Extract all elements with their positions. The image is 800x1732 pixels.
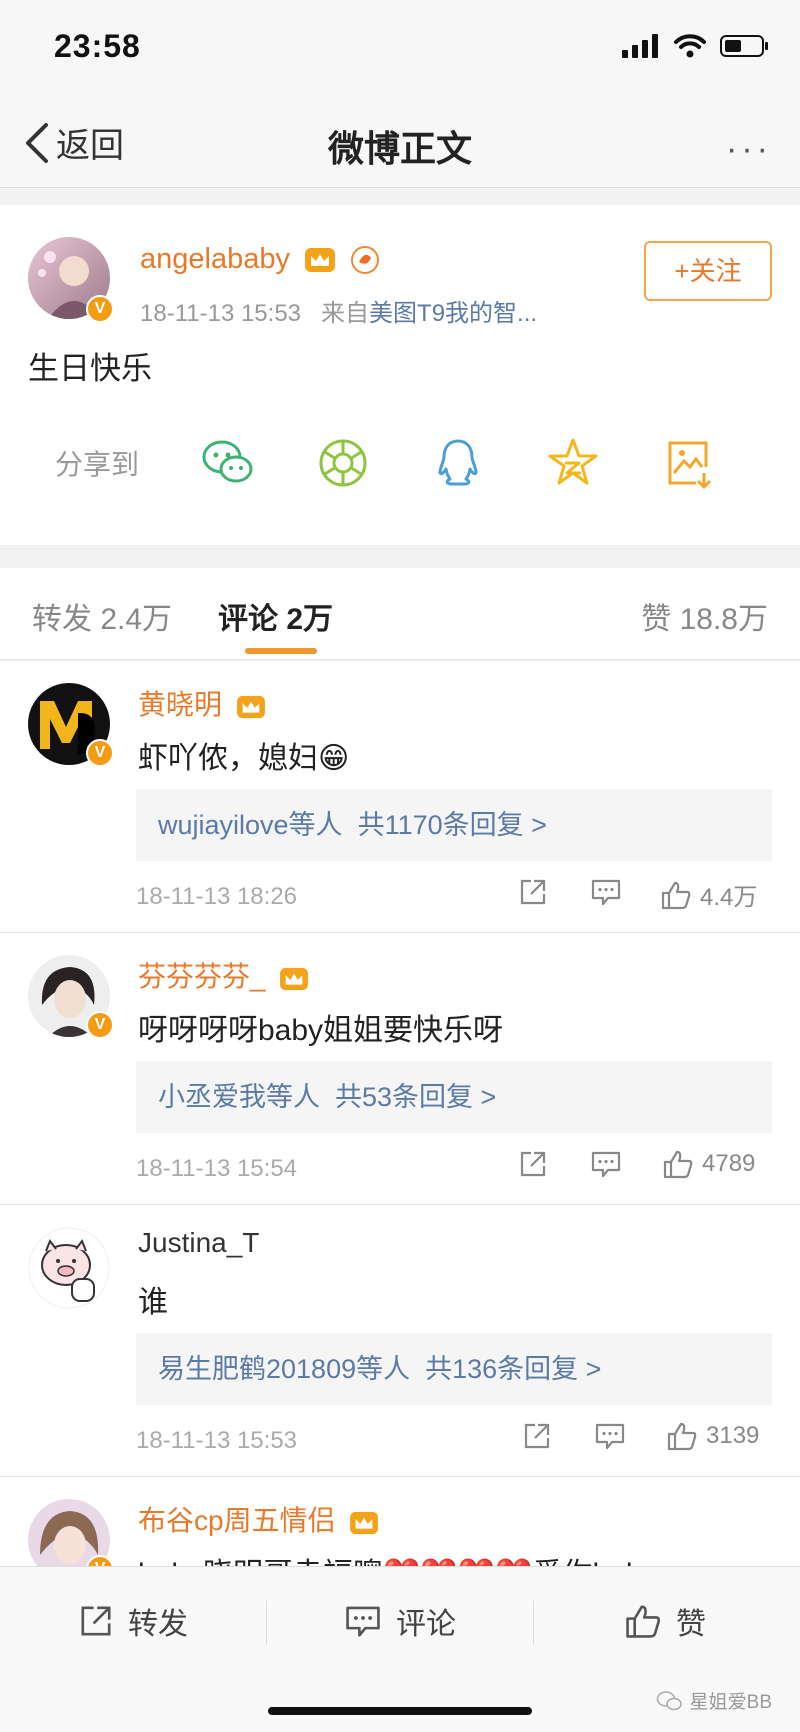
source-prefix: 来自 [321, 300, 370, 327]
replies-summary[interactable]: 易生肥鹤201809等人 共136条回复 > [136, 1333, 772, 1405]
tab-repost[interactable]: 转发 2.4万 [32, 594, 172, 638]
commenter-avatar[interactable] [28, 1227, 110, 1309]
status-bar: 23:58 [0, 0, 800, 96]
commenter-name[interactable]: 黄晓明 [138, 683, 266, 723]
reply-users: 易生肥鹤201809等人 [158, 1354, 411, 1384]
reply-users: 小丞爱我等人 [158, 1082, 320, 1112]
comment-item: V 黄晓明 虾吖侬，媳妇😁 wujiayilove等人 共1170条回复 > 1… [0, 661, 800, 933]
reply-comment-icon[interactable] [590, 877, 622, 907]
tab-likes[interactable]: 赞 18.8万 [641, 594, 768, 638]
repost-icon [81, 1606, 111, 1636]
author-name: angelababy [140, 243, 290, 275]
bottom-action-bar: 转发 评论 赞 星姐爱BB [0, 1566, 800, 1732]
comment-item: V 布谷cp周五情侣 baby晓明哥幸福噢❤️❤️❤️❤️爱你baby [0, 1477, 800, 1566]
comment-list: V 黄晓明 虾吖侬，媳妇😁 wujiayilove等人 共1170条回复 > 1… [0, 661, 800, 1566]
status-time: 23:58 [54, 28, 141, 64]
qzone-icon[interactable] [545, 435, 601, 491]
battery-icon [720, 35, 768, 57]
share-comment-icon[interactable] [522, 1421, 552, 1451]
post-card: V angelababy 18-11-13 15:53 来自美图T9我的智...… [0, 205, 800, 545]
crown-icon [236, 695, 265, 718]
comment-text: 谁 [138, 1286, 168, 1319]
comment-text: baby晓明哥幸福噢❤️❤️❤️❤️爱你baby [138, 1549, 658, 1566]
comment-item: Justina_T 谁 易生肥鹤201809等人 共136条回复 > 18-11… [0, 1205, 800, 1477]
repost-button[interactable]: 转发 [78, 1599, 188, 1643]
post-content: 生日快乐 [28, 351, 152, 386]
wechat-icon[interactable] [200, 435, 256, 491]
reply-count: 共1170条回复 > [357, 810, 547, 840]
watermark: 星姐爱BB [656, 1687, 772, 1714]
comment-time: 18-11-13 18:26 [136, 883, 298, 910]
chevron-left-icon [26, 122, 48, 163]
crown-icon [350, 1511, 379, 1534]
moments-icon[interactable] [315, 435, 371, 491]
reply-count: 共136条回复 > [425, 1354, 602, 1384]
crown-icon [305, 248, 336, 273]
thumbs-up-icon [667, 1422, 697, 1451]
watermark-text: 星姐爱BB [689, 1692, 772, 1713]
nav-bar: 返回 微博正文 ··· [0, 96, 800, 188]
verified-badge: V [86, 739, 114, 767]
like-comment-button[interactable]: 4.4万 [660, 877, 757, 912]
like-button[interactable]: 赞 [624, 1599, 706, 1643]
like-count: 4789 [702, 1150, 756, 1177]
replies-summary[interactable]: wujiayilove等人 共1170条回复 > [136, 789, 772, 861]
comment-button[interactable]: 评论 [344, 1599, 456, 1643]
reply-comment-icon[interactable] [590, 1149, 622, 1179]
more-options-button[interactable]: ··· [726, 130, 772, 169]
comment-item: V 芬芬芬芬_ 呀呀呀呀baby姐姐要快乐呀 小丞爱我等人 共53条回复 > 1… [0, 933, 800, 1205]
wechat-watermark-icon [656, 1690, 682, 1710]
comment-time: 18-11-13 15:54 [136, 1155, 298, 1182]
comment-label: 评论 [396, 1608, 456, 1641]
post-author[interactable]: angelababy [140, 243, 380, 276]
share-label: 分享到 [55, 449, 140, 480]
post-meta: 18-11-13 15:53 来自美图T9我的智... [140, 293, 537, 328]
verified-badge: V [86, 1011, 114, 1039]
status-icons [622, 34, 770, 58]
qq-icon[interactable] [430, 435, 486, 491]
reply-count: 共53条回复 > [335, 1082, 497, 1112]
vip-medal-icon [351, 246, 380, 275]
like-count: 3139 [706, 1422, 760, 1449]
repost-label: 转发 [128, 1608, 188, 1641]
back-button[interactable]: 返回 [24, 118, 124, 167]
comment-text: 呀呀呀呀baby姐姐要快乐呀 [138, 1014, 504, 1047]
thumbs-up-icon [663, 1150, 693, 1179]
commenter-name-text: 布谷cp周五情侣 [138, 1505, 336, 1536]
tab-comments[interactable]: 评论 2万 [218, 594, 333, 638]
cellular-signal-icon [622, 34, 658, 58]
divider [533, 1601, 534, 1645]
like-comment-button[interactable]: 3139 [666, 1421, 759, 1451]
share-comment-icon[interactable] [518, 1149, 548, 1179]
reply-comment-icon[interactable] [594, 1421, 626, 1451]
comment-time: 18-11-13 15:53 [136, 1427, 298, 1454]
tab-active-indicator [245, 648, 317, 654]
thumbs-up-icon [626, 1605, 661, 1638]
home-indicator[interactable] [268, 1707, 532, 1715]
commenter-name-text: 黄晓明 [138, 689, 223, 720]
wifi-icon [674, 34, 706, 58]
share-comment-icon[interactable] [518, 877, 548, 907]
divider [266, 1601, 267, 1645]
commenter-name-text: 芬芬芬芬_ [138, 961, 266, 992]
like-count: 4.4万 [700, 884, 758, 911]
reply-users: wujiayilove等人 [158, 810, 343, 840]
like-label: 赞 [676, 1608, 706, 1641]
commenter-name[interactable]: 布谷cp周五情侣 [138, 1499, 379, 1539]
comment-icon [346, 1606, 380, 1637]
follow-button[interactable]: +关注 [644, 241, 772, 301]
post-source[interactable]: 美图T9我的智... [369, 300, 537, 327]
post-timestamp: 18-11-13 15:53 [140, 300, 302, 327]
thumbs-up-icon [661, 881, 691, 909]
like-comment-button[interactable]: 4789 [662, 1149, 755, 1179]
commenter-name[interactable]: 芬芬芬芬_ [138, 955, 309, 995]
back-label: 返回 [56, 127, 124, 165]
save-image-icon[interactable] [660, 435, 716, 491]
post-tabs: 转发 2.4万 评论 2万 赞 18.8万 [0, 568, 800, 660]
replies-summary[interactable]: 小丞爱我等人 共53条回复 > [136, 1061, 772, 1133]
verified-badge: V [86, 295, 114, 323]
comment-text: 虾吖侬，媳妇😁 [138, 742, 350, 775]
commenter-name[interactable]: Justina_T [138, 1227, 259, 1259]
crown-icon [280, 967, 309, 990]
